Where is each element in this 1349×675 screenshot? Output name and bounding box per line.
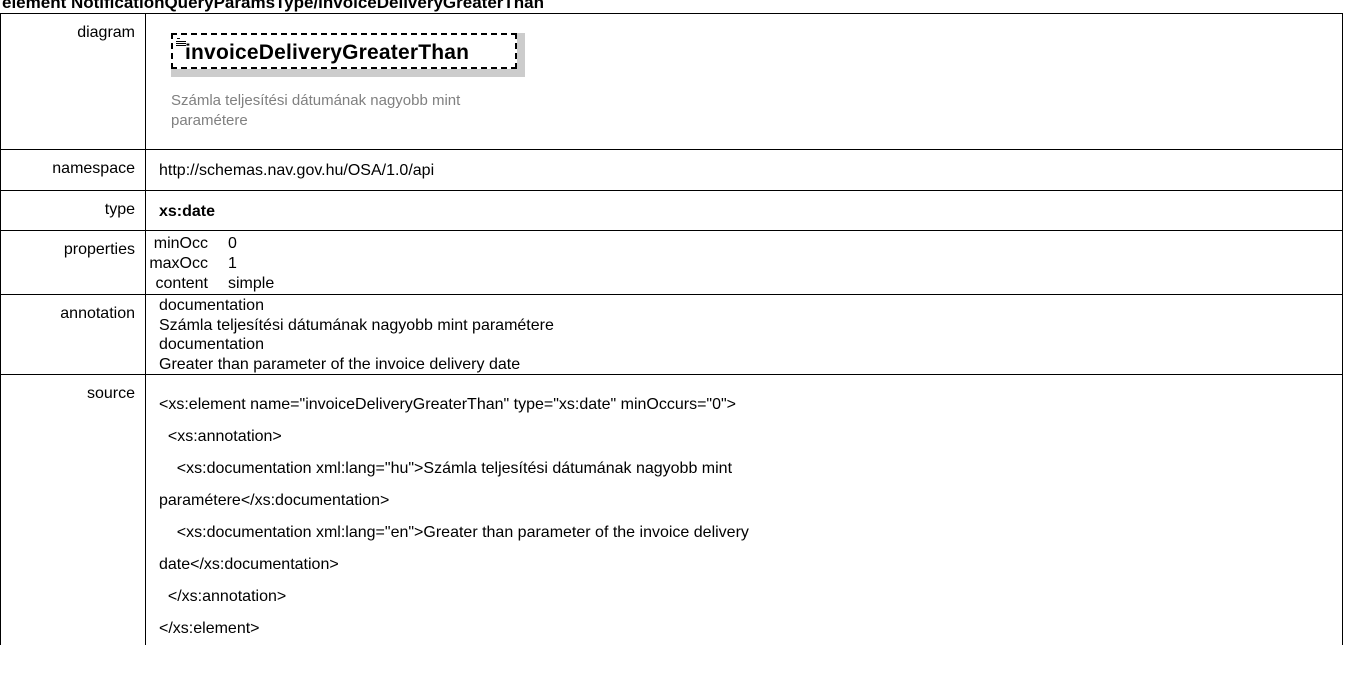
source-line: </xs:annotation> <box>159 588 287 605</box>
source-cell: <xs:element name="invoiceDeliveryGreater… <box>145 374 1343 645</box>
prop-row: minOcc 0 <box>146 234 1342 254</box>
element-doc-table: diagram invoiceDeliveryGreaterThan Száml… <box>0 13 1343 645</box>
properties-cell: minOcc 0 maxOcc 1 content simple <box>145 230 1343 295</box>
element-box-shadow: invoiceDeliveryGreaterThan <box>171 33 525 77</box>
annotation-line: documentation <box>159 336 264 353</box>
prop-value: simple <box>228 275 275 292</box>
prop-row: content simple <box>146 274 1342 294</box>
prop-key: content <box>155 275 208 292</box>
namespace-value: http://schemas.nav.gov.hu/OSA/1.0/api <box>145 149 1343 191</box>
type-label: type <box>0 190 146 231</box>
source-line: <xs:element name="invoiceDeliveryGreater… <box>159 396 737 413</box>
annotation-label: annotation <box>0 294 146 375</box>
source-line: date</xs:documentation> <box>159 556 339 573</box>
page-heading: element NotificationQueryParamsType/invo… <box>2 0 544 12</box>
prop-value: 1 <box>228 255 237 272</box>
source-line: <xs:documentation xml:lang="hu">Számla t… <box>159 460 733 477</box>
annotation-cell: documentation Számla teljesítési dátumán… <box>145 294 1343 375</box>
source-label: source <box>0 374 146 645</box>
source-row: source <xs:element name="invoiceDelivery… <box>0 374 1343 645</box>
namespace-label: namespace <box>0 149 146 191</box>
source-line: paramétere</xs:documentation> <box>159 492 390 509</box>
diagram-cell: invoiceDeliveryGreaterThan Számla teljes… <box>145 13 1343 150</box>
annotation-line: Számla teljesítési dátumának nagyobb min… <box>159 316 554 334</box>
diagram-row: diagram invoiceDeliveryGreaterThan Száml… <box>0 13 1343 150</box>
source-line: </xs:element> <box>159 620 260 637</box>
element-name: invoiceDeliveryGreaterThan <box>185 41 470 64</box>
prop-key: maxOcc <box>149 255 208 272</box>
prop-key: minOcc <box>153 235 208 252</box>
prop-row: maxOcc 1 <box>146 254 1342 274</box>
type-value[interactable]: xs:date <box>145 190 1343 231</box>
annotation-line: documentation <box>159 297 264 314</box>
element-diagram: invoiceDeliveryGreaterThan Számla teljes… <box>165 33 585 143</box>
annotation-line: Greater than parameter of the invoice de… <box>159 355 521 373</box>
element-doc-text: Számla teljesítési dátumának nagyobb min… <box>171 92 461 129</box>
type-row: type xs:date <box>0 190 1343 231</box>
namespace-row: namespace http://schemas.nav.gov.hu/OSA/… <box>0 149 1343 191</box>
prop-value: 0 <box>228 235 237 252</box>
diagram-label: diagram <box>0 13 146 150</box>
properties-label: properties <box>0 230 146 295</box>
source-line: <xs:documentation xml:lang="en">Greater … <box>159 524 749 541</box>
annotation-row: annotation documentation Számla teljesít… <box>0 294 1343 375</box>
properties-row: properties minOcc 0 maxOcc 1 content sim… <box>0 230 1343 295</box>
source-line: <xs:annotation> <box>159 428 282 445</box>
element-box[interactable]: invoiceDeliveryGreaterThan <box>171 33 517 69</box>
